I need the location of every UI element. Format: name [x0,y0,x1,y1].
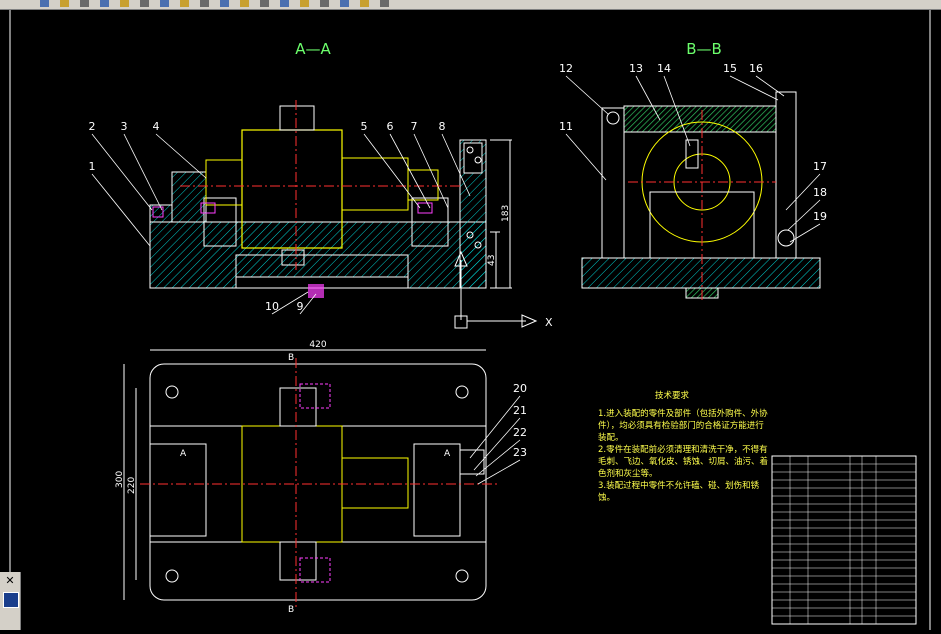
tech-note-line: 蚀。 [598,492,615,503]
layers-icon[interactable] [300,0,309,7]
properties-icon[interactable] [280,0,289,7]
zoom-icon[interactable] [240,0,249,7]
text-style-icon[interactable] [320,0,329,7]
leader-line [91,173,151,247]
tech-notes-title: 技术要求 [655,390,690,401]
callout-20: 20 [513,382,527,395]
side-panel: ✕ [0,572,21,630]
leader-line [729,75,779,101]
new-icon[interactable] [40,0,49,7]
axis-x-label: X [545,316,553,329]
callout-18: 18 [813,186,827,199]
top-boss [279,105,315,131]
callout-23: 23 [513,446,527,459]
callout-16: 16 [749,62,763,75]
callout-7: 7 [411,120,418,133]
toolbar [0,0,941,10]
leader-line [413,133,449,209]
plan-base-outline [149,363,487,601]
undo-icon[interactable] [180,0,189,7]
tech-note-line: 件），均必须具有检验部门的合格证方能进行 [598,420,764,431]
tech-notes: 技术要求 1.进入装配的零件及部件（包括外购件、外协件），均必须具有检验部门的合… [598,390,768,503]
leader-line [789,223,821,243]
dim-width-420: 420 [309,340,326,350]
cad-drawing: A—A 183 43 X B—B 420 300 220 B B A A 12 … [9,7,931,634]
open-icon[interactable] [60,0,69,7]
bb-base [581,257,821,289]
leader-line [565,75,609,115]
bb-right-post [775,91,797,259]
bb-top-bar [623,105,777,133]
leader-line [389,133,431,209]
callout-9: 9 [297,300,304,313]
callout-1: 1 [89,160,96,173]
left-support-block [171,171,207,223]
dim-height-300: 300 [115,471,125,488]
view-aa: A—A 183 43 X [149,40,553,329]
bb-left-post [601,107,625,259]
print-icon[interactable] [100,0,109,7]
dim-height-220: 220 [127,477,137,494]
callout-11: 11 [559,120,573,133]
callout-12: 12 [559,62,573,75]
zoom-window-icon[interactable] [260,0,269,7]
layout-icon[interactable] [3,592,19,608]
dim-right-height: 183 [501,205,511,222]
section-mark-b-top: B [288,353,294,363]
section-mark-b-bottom: B [288,605,294,615]
view-aa-title: A—A [295,40,331,58]
leader-line [363,133,421,209]
callout-5: 5 [361,120,368,133]
callout-17: 17 [813,160,827,173]
section-mark-a-left: A [180,449,187,459]
plan-right-block [413,443,461,537]
callout-22: 22 [513,426,527,439]
save-icon[interactable] [80,0,89,7]
callout-2: 2 [89,120,96,133]
close-icon[interactable]: ✕ [4,575,16,587]
copy-icon[interactable] [140,0,149,7]
locator-pin-9 [308,284,324,298]
callout-4: 4 [153,120,160,133]
redo-icon[interactable] [200,0,209,7]
tech-note-line: 3.装配过程中零件不允许磕、碰、划伤和锈 [598,480,760,491]
leader-line [755,75,785,97]
leader-line [155,133,207,179]
section-mark-a-right: A [444,449,451,459]
cut-icon[interactable] [120,0,129,7]
view-bb-title: B—B [686,40,722,58]
callout-6: 6 [387,120,394,133]
workpiece-shaft [341,157,409,211]
tech-note-line: 色剂和灰尘等。 [598,468,658,479]
callout-8: 8 [439,120,446,133]
plan-view: 420 300 220 B B A A [115,340,500,615]
callout-21: 21 [513,404,527,417]
callout-14: 14 [657,62,671,75]
callout-13: 13 [629,62,643,75]
block-icon[interactable] [380,0,389,7]
table-icon[interactable] [360,0,369,7]
plan-left-block [149,443,207,537]
callout-3: 3 [121,120,128,133]
tech-note-line: 2.零件在装配前必须清理和清洗干净，不得有 [598,444,768,455]
tech-note-line: 1.进入装配的零件及部件（包括外购件、外协 [598,408,768,419]
drawing-frame [9,7,931,634]
dim-right-small: 43 [487,255,497,266]
tech-note-line: 装配。 [598,432,624,443]
pan-icon[interactable] [220,0,229,7]
callout-15: 15 [723,62,737,75]
drawing-canvas[interactable]: A—A 183 43 X B—B 420 300 220 B B A A 1 2… [0,7,941,634]
callout-19: 19 [813,210,827,223]
callout-10: 10 [265,300,279,313]
dim-style-icon[interactable] [340,0,349,7]
tech-note-line: 毛刺、飞边、氧化皮、锈蚀、切屑、油污、着 [598,456,768,467]
paste-icon[interactable] [160,0,169,7]
title-block [771,455,917,625]
leader-line [565,133,607,181]
view-bb: B—B [581,40,821,300]
